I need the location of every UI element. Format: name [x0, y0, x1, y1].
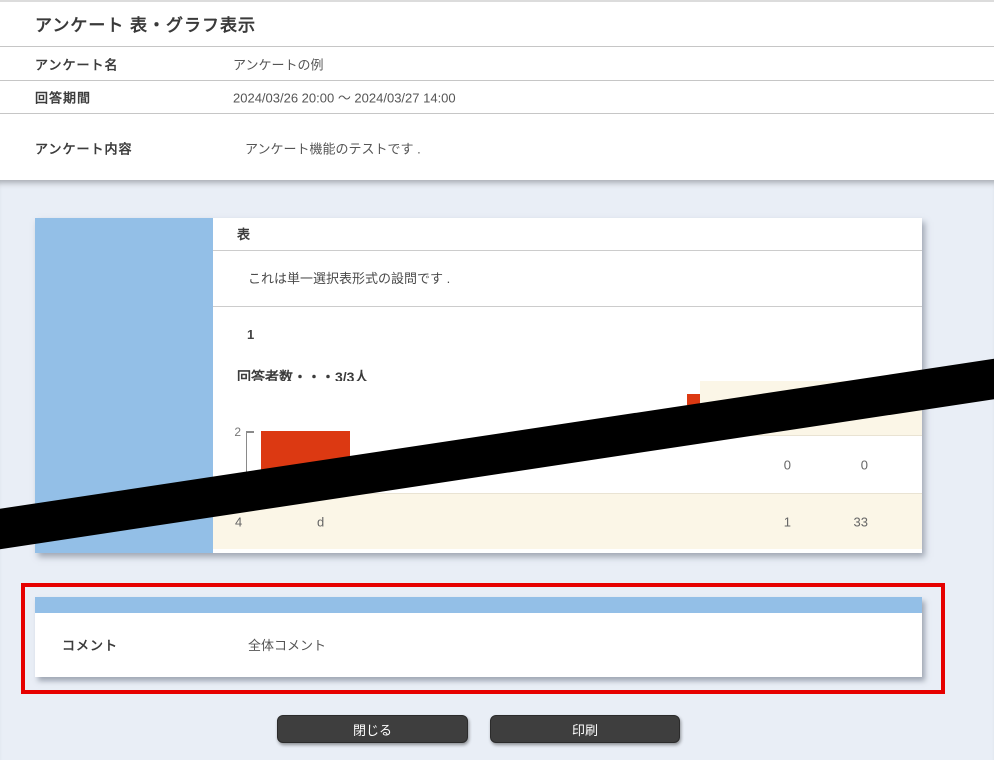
answer-period-value: 2024/03/26 20:00 ～ 2024/03/27 14:00 [233, 88, 456, 107]
cell-choice-label: d [317, 514, 324, 529]
comment-highlight-box: コメント 全体コメント [21, 583, 945, 694]
cell-percent: 0 [861, 457, 868, 472]
meta-row-survey-name: アンケート名 アンケートの例 [0, 47, 994, 80]
survey-meta-panel: アンケート 表・グラフ表示 アンケート名 アンケートの例 回答期間 2024/0… [0, 0, 994, 180]
y-axis-tick [246, 431, 254, 433]
cell-choice-number: 4 [235, 514, 242, 529]
question-description: これは単一選択表形式の設問です . [213, 251, 922, 307]
question-number: 1 [247, 327, 254, 342]
print-button[interactable]: 印刷 [490, 715, 680, 743]
cell-count: 0 [784, 457, 791, 472]
comment-label: コメント [62, 635, 118, 654]
question-type-header: 表 [213, 218, 922, 251]
comment-value: 全体コメント [248, 635, 326, 654]
question-info: 1 回答者数・・・3/3人 [213, 307, 922, 381]
table-row: 4 d 1 33 [213, 493, 922, 549]
close-button[interactable]: 閉じる [277, 715, 468, 743]
y-axis-tick-label: 2 [225, 425, 241, 439]
comment-body: コメント 全体コメント [35, 613, 922, 677]
survey-content-value: アンケート機能のテストです . [245, 138, 421, 157]
comment-card: コメント 全体コメント [35, 597, 922, 677]
survey-content-label: アンケート内容 [35, 138, 132, 157]
survey-name-value: アンケートの例 [233, 54, 323, 73]
cell-percent: 33 [854, 514, 868, 529]
meta-row-survey-content: アンケート内容 アンケート機能のテストです . [0, 114, 994, 181]
page-title: アンケート 表・グラフ表示 [35, 11, 256, 36]
meta-row-answer-period: 回答期間 2024/03/26 20:00 ～ 2024/03/27 14:00 [0, 81, 994, 113]
cell-count: 1 [784, 514, 791, 529]
answer-period-label: 回答期間 [35, 88, 91, 107]
page: アンケート 表・グラフ表示 アンケート名 アンケートの例 回答期間 2024/0… [0, 0, 994, 760]
survey-name-label: アンケート名 [35, 54, 118, 73]
comment-header-bar [35, 597, 922, 613]
